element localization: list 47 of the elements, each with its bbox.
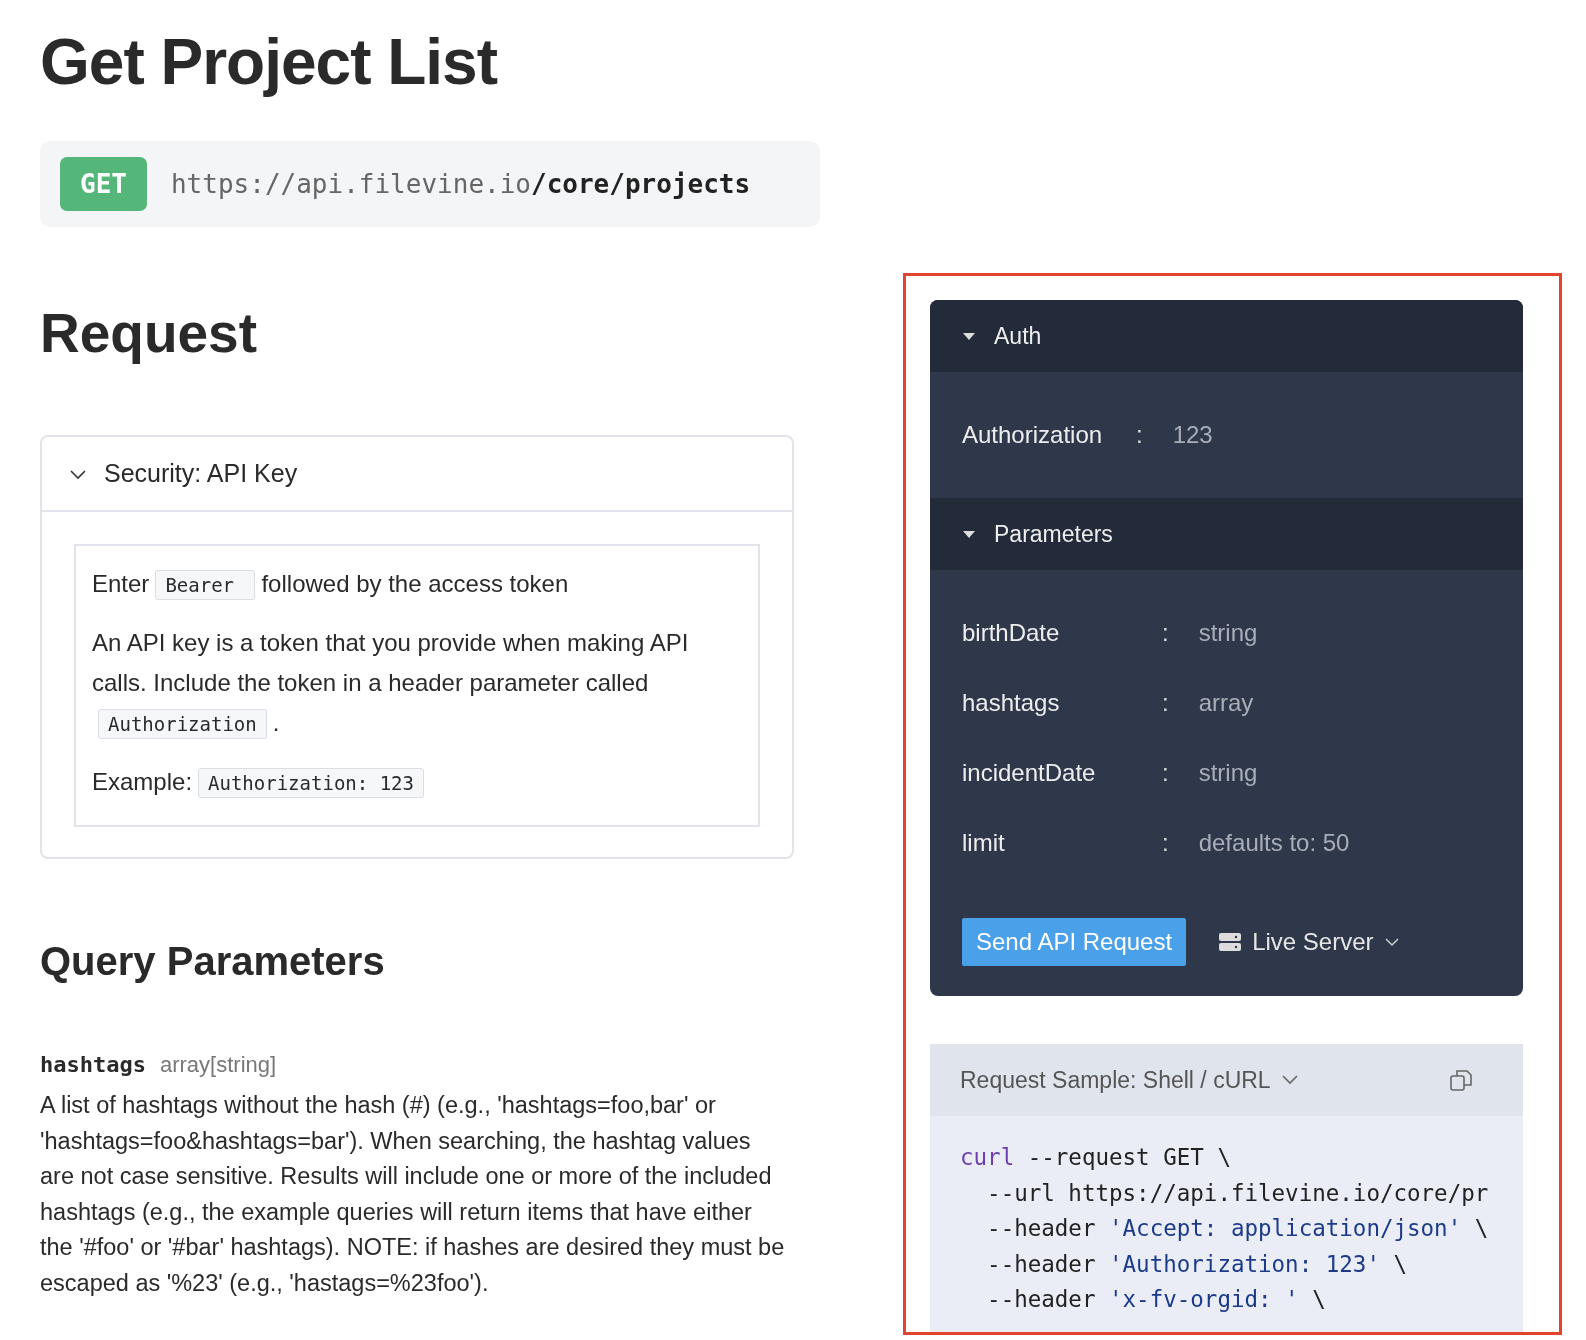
description-text: followed by the access token [261, 569, 569, 600]
separator: : [1162, 689, 1169, 717]
description-text: An API key is a token that you provide when making API calls. Include the token in a header parameter called [92, 628, 690, 699]
inline-code: Authorization: 123 [198, 768, 424, 799]
field-name: limit [962, 829, 1006, 857]
parameter-type: array[string] [159, 1052, 277, 1078]
section-heading: Query Parameters [40, 939, 386, 985]
description-text: . [272, 708, 280, 739]
server-dropdown[interactable]: Live Server [1218, 928, 1400, 956]
field-name: birthDate [962, 619, 1061, 647]
section-header[interactable]: Auth [930, 300, 1523, 372]
code-line: --url https://api.filevine.io/core/pr [986, 1178, 1490, 1208]
code-line: --header 'x-fv-orgid: ' \ [986, 1285, 1327, 1314]
code-line: curl --request GET \ [960, 1143, 1232, 1172]
code-line: --header 'Accept: application/json' \ [986, 1214, 1490, 1243]
page-title: Get Project List [40, 25, 499, 100]
field-name: hashtags [962, 689, 1061, 717]
parameter-description: A list of hashtags without the hash (#) (e.g., 'hashtags=foo,bar' or 'hashtags=foo&hashtags=bar'). When searching, the hashtag values are not case sensitive. Results will include one or more of the included hashtags (e.g., the example queries will return items that have either the '#foo' or '#bar' hashtags). NOTE: if hashes are desired they must be escaped as '%23' (e.g., 'hastags=%23foo'). [40, 1091, 786, 1298]
security-title[interactable]: Security: API Key [104, 459, 298, 489]
separator: : [1162, 619, 1169, 647]
field-value[interactable]: string [1198, 619, 1258, 647]
separator: : [1162, 759, 1169, 787]
caret-icon [1383, 936, 1400, 948]
inline-code: Authorization [98, 709, 267, 740]
separator: : [1162, 829, 1169, 857]
send-request-button[interactable]: Send API Request [962, 918, 1187, 966]
copy-icon[interactable] [1449, 1068, 1473, 1092]
field-value[interactable]: defaults to: 50 [1198, 829, 1350, 857]
endpoint-url: https://api.filevine.io/core/projects [170, 168, 751, 199]
inline-code: Bearer [155, 570, 256, 601]
caret-icon [1280, 1074, 1299, 1086]
field-name: Authorization [962, 421, 1104, 449]
field-value[interactable]: array [1198, 689, 1254, 717]
section-heading: Request [40, 302, 258, 364]
section-header[interactable]: Parameters [930, 498, 1523, 570]
field-name: incidentDate [962, 759, 1097, 787]
description-text: Example: [92, 767, 193, 798]
section-title: Parameters [994, 520, 1113, 548]
field-value[interactable]: string [1198, 759, 1258, 787]
method-badge: GET [60, 156, 147, 211]
parameter-name: hashtags [40, 1052, 146, 1078]
section-title: Auth [994, 322, 1042, 350]
code-line: --header 'Authorization: 123' \ [986, 1249, 1409, 1279]
field-value[interactable]: 123 [1172, 421, 1213, 449]
description-text: Enter [92, 569, 150, 600]
server-icon [1218, 932, 1243, 952]
separator: : [1136, 421, 1143, 449]
